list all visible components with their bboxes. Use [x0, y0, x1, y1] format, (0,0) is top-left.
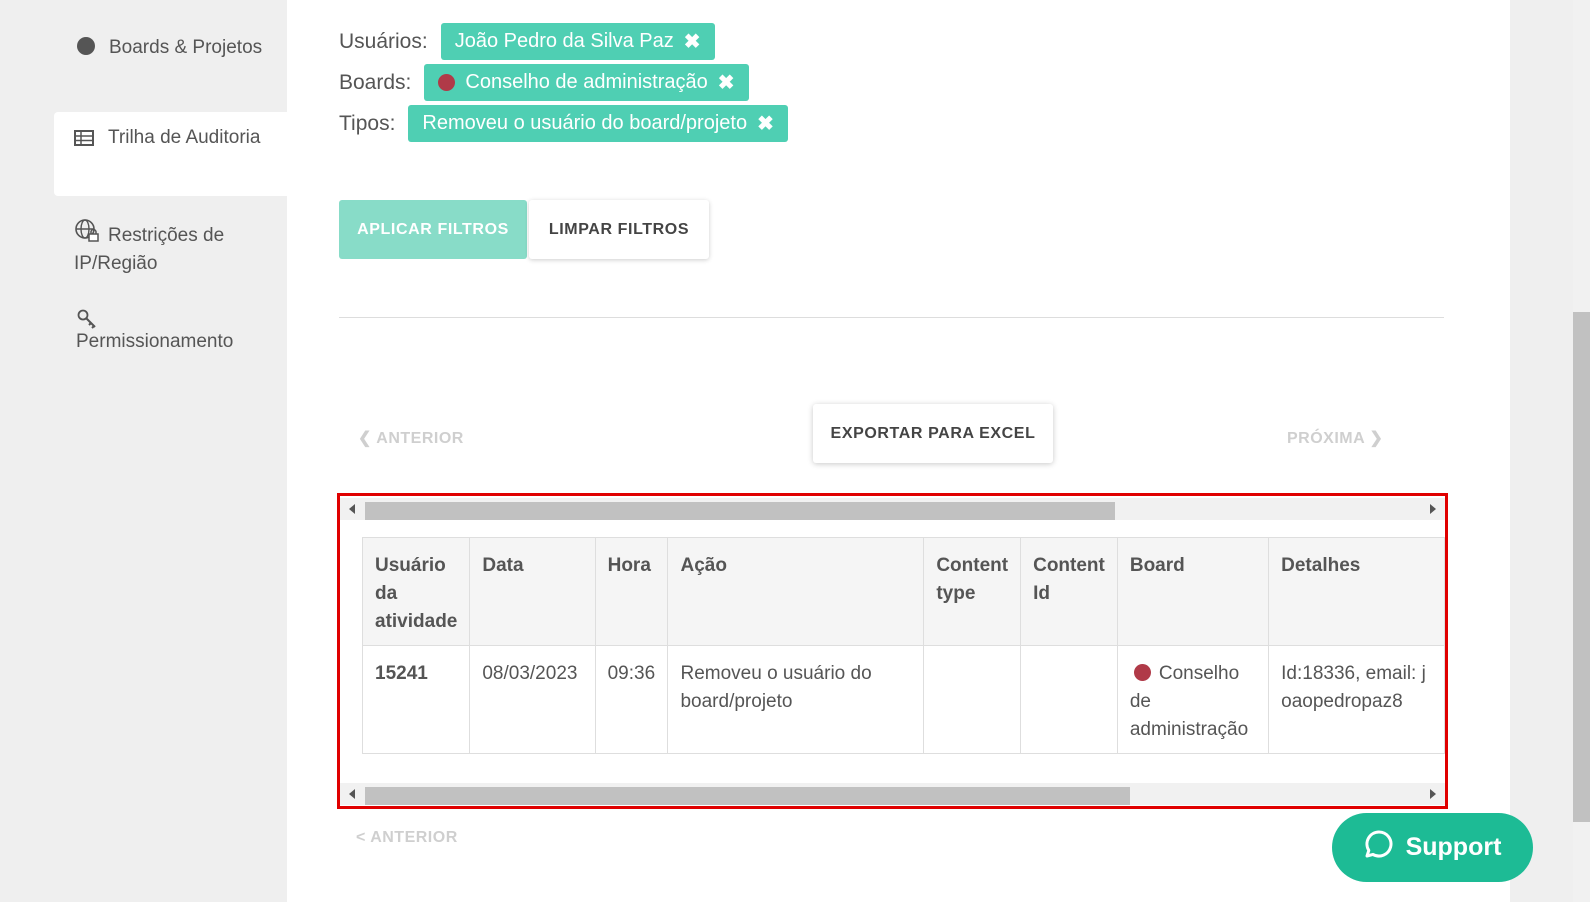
column-header: Ação — [667, 537, 925, 646]
audit-table-container: Usuário da atividade Data Hora Ação Cont… — [337, 493, 1448, 809]
cell-time: 09:36 — [594, 645, 669, 754]
filter-types: Tipos: Removeu o usuário do board/projet… — [339, 105, 788, 142]
scrollbar-thumb[interactable] — [365, 787, 1130, 805]
cell-date: 08/03/2023 — [469, 645, 596, 754]
sidebar-item-label: Boards & Projetos — [109, 37, 263, 58]
cell-content-type — [923, 645, 1022, 754]
chip-label: Removeu o usuário do board/projeto — [422, 112, 748, 134]
chip-label: Conselho de administração — [465, 71, 708, 93]
key-icon — [76, 308, 100, 329]
user-filter-chip: João Pedro da Silva Paz ✖ — [440, 23, 715, 60]
sidebar-item-trilha-auditoria[interactable]: Trilha de Auditoria — [54, 112, 287, 196]
clear-filters-button[interactable]: LIMPAR FILTROS — [529, 200, 709, 259]
table-header-row: Usuário da atividade Data Hora Ação Cont… — [361, 537, 1445, 646]
apply-filters-button[interactable]: APLICAR FILTROS — [339, 200, 527, 259]
main-panel: Usuários: João Pedro da Silva Paz ✖ Boar… — [287, 0, 1510, 902]
table-row: 15241 08/03/2023 09:36 Removeu o usuário… — [361, 645, 1445, 754]
globe-lock-icon — [74, 218, 99, 242]
cell-board: Conselho de administração — [1116, 645, 1270, 754]
column-header: Data — [469, 537, 596, 646]
scroll-left-icon[interactable] — [349, 789, 355, 799]
chip-label: João Pedro da Silva Paz — [454, 30, 674, 52]
cell-content-id — [1020, 645, 1118, 754]
cell-details: Id:18336, email: joaopedropaz8 — [1268, 645, 1445, 754]
scrollbar-thumb[interactable] — [365, 502, 1115, 520]
chevron-right-icon: ❯ — [1369, 430, 1384, 447]
sidebar-item-label: Permissionamento — [76, 331, 234, 352]
column-header: Board — [1116, 537, 1270, 646]
audit-table: Usuário da atividade Data Hora Ação Cont… — [361, 537, 1445, 754]
type-filter-chip: Removeu o usuário do board/projeto ✖ — [408, 105, 788, 142]
circle-icon — [77, 37, 95, 55]
sidebar-item-permissionamento[interactable]: Permissionamento — [54, 308, 287, 368]
filter-users-label: Usuários: — [339, 29, 428, 53]
filter-boards: Boards: Conselho de administração ✖ — [339, 64, 749, 101]
page-vertical-scrollbar[interactable] — [1573, 0, 1590, 902]
chevron-left-icon: ❮ — [358, 430, 372, 447]
filter-boards-label: Boards: — [339, 70, 412, 94]
scroll-left-icon[interactable] — [349, 504, 355, 514]
top-horizontal-scrollbar[interactable] — [340, 498, 1445, 520]
filter-types-label: Tipos: — [339, 111, 396, 135]
table-icon — [74, 127, 98, 147]
remove-chip-icon[interactable]: ✖ — [684, 29, 701, 54]
column-header: Content Id — [1020, 537, 1118, 646]
scroll-right-icon[interactable] — [1430, 789, 1436, 799]
export-excel-button[interactable]: EXPORTAR PARA EXCEL — [813, 404, 1053, 463]
board-filter-chip: Conselho de administração ✖ — [424, 64, 749, 101]
filter-users: Usuários: João Pedro da Silva Paz ✖ — [339, 23, 715, 60]
board-color-dot-icon — [1133, 664, 1151, 681]
column-header: Detalhes — [1268, 537, 1445, 646]
sidebar: Boards & Projetos Trilha de Auditoria Re… — [0, 0, 287, 902]
previous-page-button[interactable]: ❮ ANTERIOR — [358, 428, 464, 448]
remove-chip-icon[interactable]: ✖ — [757, 111, 774, 136]
column-header: Content type — [923, 537, 1022, 646]
column-header: Hora — [594, 537, 669, 646]
scrollbar-thumb[interactable] — [1573, 312, 1590, 822]
column-header: Usuário da atividade — [361, 537, 471, 646]
sidebar-item-boards-projetos[interactable]: Boards & Projetos — [54, 34, 287, 94]
support-label: Support — [1405, 833, 1502, 861]
chat-bubble-icon — [1364, 829, 1394, 866]
previous-page-bottom-button[interactable]: < ANTERIOR — [356, 829, 458, 847]
divider — [339, 317, 1444, 318]
bottom-horizontal-scrollbar[interactable] — [340, 783, 1445, 805]
scroll-right-icon[interactable] — [1430, 504, 1436, 514]
board-color-dot-icon — [438, 74, 456, 91]
sidebar-item-restricoes[interactable]: Restrições de IP/Região — [54, 218, 287, 278]
next-page-button[interactable]: PRÓXIMA ❯ — [1287, 428, 1383, 448]
cell-user: 15241 — [361, 645, 471, 754]
remove-chip-icon[interactable]: ✖ — [718, 70, 735, 95]
support-button[interactable]: Support — [1332, 813, 1533, 882]
cell-action: Removeu o usuário do board/projeto — [667, 645, 925, 754]
sidebar-item-label: Trilha de Auditoria — [108, 127, 261, 148]
